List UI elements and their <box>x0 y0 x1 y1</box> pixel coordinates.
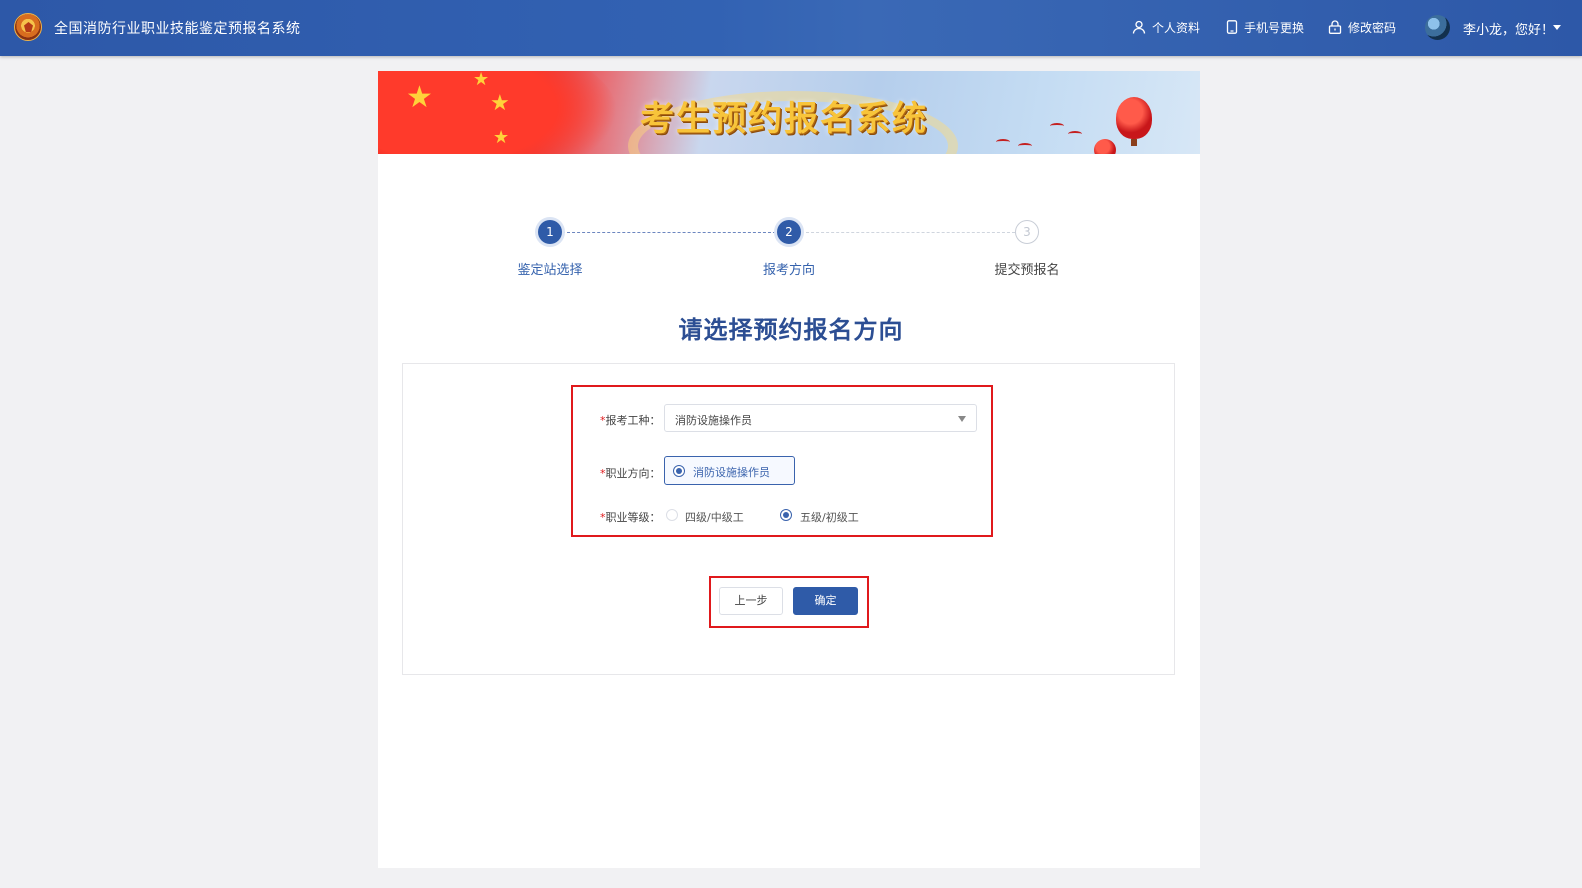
banner-title: 考生预约报名系统 <box>640 99 928 139</box>
job-type-select[interactable]: 消防设施操作员 <box>664 404 977 432</box>
radio-selected-icon <box>673 465 685 477</box>
star-icon: ★ <box>473 71 490 90</box>
career-direction-label: *职业方向： <box>600 465 661 481</box>
phone-icon <box>1226 20 1238 34</box>
step-1-label: 鉴定站选择 <box>517 263 583 278</box>
avatar[interactable] <box>1425 15 1450 40</box>
career-direction-option[interactable]: 消防设施操作员 <box>664 456 795 485</box>
fire-emblem-logo <box>14 13 42 41</box>
nav-profile[interactable]: 个人资料 <box>1132 18 1200 36</box>
step-connector-2 <box>801 232 1015 233</box>
nav-change-password[interactable]: 修改密码 <box>1328 18 1396 36</box>
step-1-circle: 1 <box>538 220 562 244</box>
star-icon: ★ <box>490 91 510 116</box>
nav-profile-label: 个人资料 <box>1152 20 1201 35</box>
career-direction-label-text: 职业方向： <box>605 467 661 480</box>
bird-icon <box>1068 131 1082 137</box>
job-type-label-text: 报考工种： <box>605 414 661 427</box>
step-2-label: 报考方向 <box>762 263 816 278</box>
step-3-label: 提交预报名 <box>994 263 1060 278</box>
star-icon: ★ <box>406 80 433 115</box>
bird-icon <box>1018 143 1032 149</box>
nav-phone-change[interactable]: 手机号更换 <box>1226 18 1304 36</box>
user-icon <box>1132 20 1146 34</box>
system-title: 全国消防行业职业技能鉴定预报名系统 <box>54 21 301 37</box>
nav-phone-change-label: 手机号更换 <box>1244 20 1305 35</box>
star-icon: ★ <box>493 127 510 148</box>
step-3-circle: 3 <box>1015 220 1039 244</box>
balloon-icon <box>1094 139 1116 154</box>
job-type-label: *报考工种： <box>600 412 661 428</box>
dropdown-arrow-icon <box>958 416 966 422</box>
bird-icon <box>996 139 1010 145</box>
radio-unselected-icon <box>666 509 678 521</box>
page-title: 请选择预约报名方向 <box>678 316 904 344</box>
radio-selected-icon <box>780 509 792 521</box>
career-level-option-5[interactable]: 五级/初级工 <box>780 508 868 524</box>
step-connector-1 <box>562 232 776 233</box>
nav-change-password-label: 修改密码 <box>1348 20 1397 35</box>
career-level-option-5-label: 五级/初级工 <box>800 511 859 524</box>
user-menu-caret-icon[interactable] <box>1553 25 1561 30</box>
career-level-label: *职业等级： <box>600 509 661 525</box>
career-level-option-4-label: 四级/中级工 <box>685 511 744 524</box>
bird-icon <box>1050 123 1064 129</box>
step-2-circle: 2 <box>777 220 801 244</box>
career-direction-option-label: 消防设施操作员 <box>693 466 770 479</box>
prev-step-button[interactable]: 上一步 <box>719 587 783 615</box>
confirm-button[interactable]: 确定 <box>793 587 858 615</box>
lock-icon <box>1328 20 1342 34</box>
top-navbar: 全国消防行业职业技能鉴定预报名系统 个人资料 手机号更换 修改密码 李小龙，您好… <box>0 0 1582 56</box>
balloon-icon <box>1116 97 1152 146</box>
career-level-label-text: 职业等级： <box>605 511 661 524</box>
job-type-select-value: 消防设施操作员 <box>675 414 752 427</box>
user-greeting[interactable]: 李小龙，您好！ <box>1463 19 1554 38</box>
career-level-option-4[interactable]: 四级/中级工 <box>666 508 754 524</box>
banner: ★ ★ ★ ★ 考生预约报名系统 <box>378 71 1200 154</box>
